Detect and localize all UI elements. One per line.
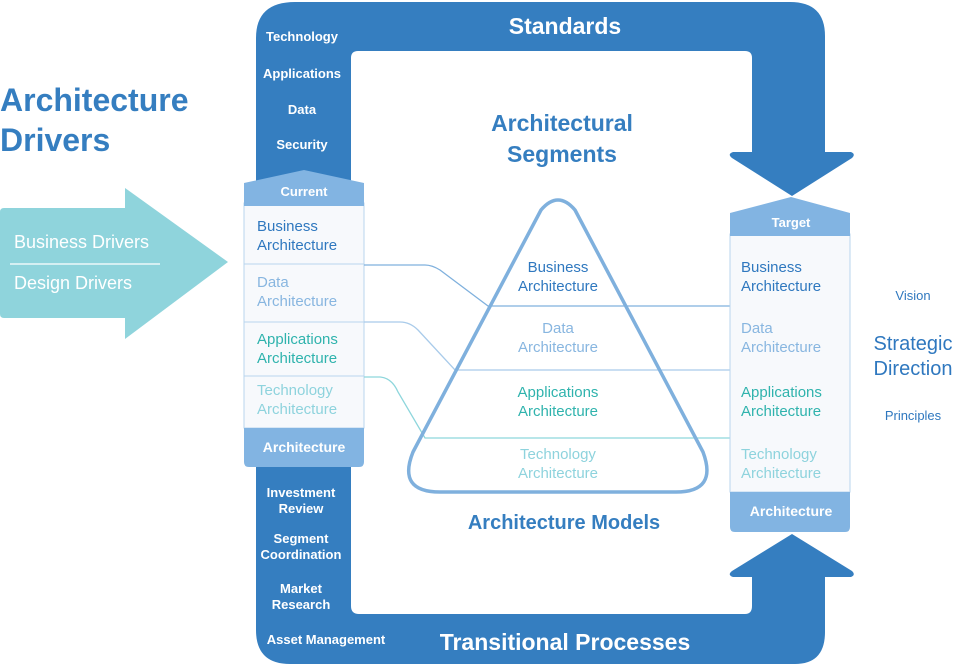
target-applications-2: Architecture [741,403,821,420]
principles-label: Principles [885,408,942,423]
transitional-processes-label: Transitional Processes [440,629,691,655]
target-technology-1: Technology [741,446,817,463]
pyramid-business-1: Business [528,259,589,276]
architecture-drivers-title-2: Drivers [0,122,110,158]
side-item-security: Security [276,137,328,152]
target-footer-label: Architecture [750,503,833,519]
target-technology-2: Architecture [741,465,821,482]
current-applications-1: Applications [257,331,338,348]
current-header-label: Current [281,184,329,199]
current-footer-label: Architecture [263,439,346,455]
current-applications-2: Architecture [257,350,337,367]
current-data-1: Data [257,274,289,291]
target-business-2: Architecture [741,278,821,295]
target-data-2: Architecture [741,339,821,356]
side-item-asset-management: Asset Management [267,632,386,647]
current-technology-2: Architecture [257,401,337,418]
current-panel: Current Business Architecture Data Archi… [243,170,365,467]
target-business-1: Business [741,259,802,276]
side-item-applications: Applications [263,66,341,81]
business-drivers-label: Business Drivers [14,232,149,252]
pyramid: Business Architecture Data Architecture … [407,198,709,494]
drivers-arrow: Business Drivers Design Drivers [0,188,228,339]
pyramid-technology-2: Architecture [518,465,598,482]
side-item-market-research-2: Research [272,597,331,612]
pyramid-business-2: Architecture [518,278,598,295]
side-item-segment-coordination-1: Segment [274,531,330,546]
pyramid-technology-1: Technology [520,446,596,463]
current-technology-1: Technology [257,382,333,399]
current-business-2: Architecture [257,237,337,254]
design-drivers-label: Design Drivers [14,273,132,293]
architecture-drivers-title-1: Architecture [0,82,189,118]
side-item-investment-review-2: Review [279,501,325,516]
current-business-1: Business [257,218,318,235]
side-item-segment-coordination-2: Coordination [261,547,342,562]
strategic-direction-title-1: Strategic [874,333,953,355]
target-header-label: Target [772,215,811,230]
side-item-market-research-1: Market [280,581,323,596]
pyramid-applications-2: Architecture [518,403,598,420]
pyramid-data-2: Architecture [518,339,598,356]
side-item-investment-review-1: Investment [267,485,336,500]
standards-label: Standards [509,13,621,39]
pyramid-applications-1: Applications [518,384,599,401]
vision-label: Vision [895,288,930,303]
pyramid-data-1: Data [542,320,574,337]
target-panel: Target Business Architecture Data Archit… [729,197,851,532]
architecture-models-caption: Architecture Models [468,512,660,534]
current-data-2: Architecture [257,293,337,310]
architectural-segments-title-1: Architectural [491,110,633,136]
target-applications-1: Applications [741,384,822,401]
side-item-data: Data [288,102,317,117]
architecture-diagram: Standards Transitional Processes Technol… [0,2,953,664]
side-item-technology: Technology [266,29,339,44]
architectural-segments-title-2: Segments [507,141,617,167]
strategic-direction-title-2: Direction [874,358,953,380]
target-data-1: Data [741,320,773,337]
